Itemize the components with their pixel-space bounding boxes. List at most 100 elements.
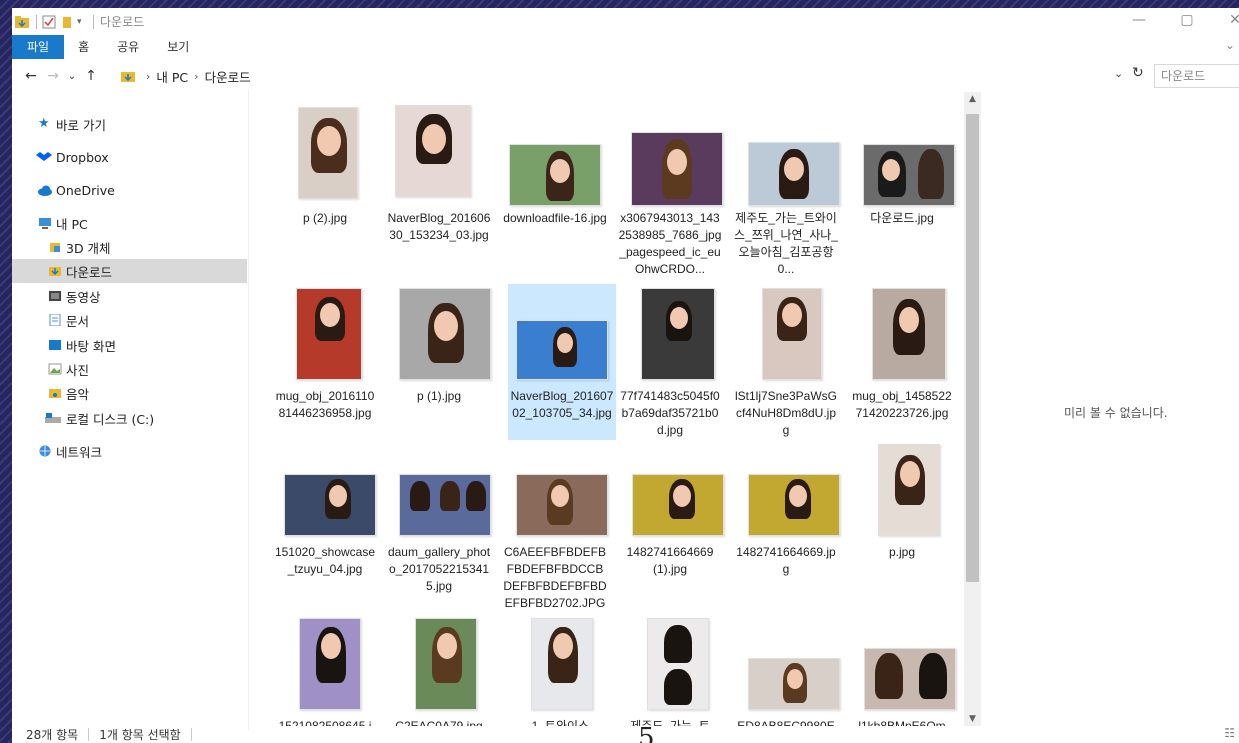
file-tile[interactable]: mug_obj_145852271420223726.jpg (848, 268, 956, 424)
navigation-pane: ★ 바로 가기 Dropbox OneDrive 내 PC 3D 개체 다운로드… (12, 106, 247, 726)
file-tile[interactable]: p.jpg (848, 444, 956, 600)
divider (190, 728, 192, 741)
customize-toolbar-icon[interactable]: ▾ (77, 14, 87, 30)
file-name: 제주도_가는_트 (630, 719, 710, 726)
chevron-right-icon[interactable]: › (146, 70, 150, 83)
image-thumbnail (531, 618, 593, 710)
nav-label: 동영상 (66, 289, 101, 305)
file-name: mug_obj_145852271420223726.jpg (852, 389, 952, 420)
new-folder-icon[interactable] (59, 14, 75, 30)
minimize-button[interactable]: — (1124, 12, 1154, 28)
forward-arrow-icon[interactable]: → (42, 68, 64, 84)
image-thumbnail (631, 132, 723, 206)
file-tile[interactable]: l1kb8BMpE6Qm (848, 612, 956, 726)
file-tile[interactable]: 1521082508645.j (271, 612, 379, 726)
file-tile[interactable]: C6AEEFBFBDEFBFBDEFBFBDCCBDEFBFBDEFBFBDEF… (501, 444, 609, 610)
file-tile[interactable]: 다운로드.jpg (848, 100, 956, 256)
file-name: 1521082508645.j (278, 719, 372, 726)
file-tile[interactable]: mug_obj_201611081446236958.jpg (271, 268, 379, 424)
nav-documents[interactable]: 문서 (12, 308, 247, 332)
computer-icon (38, 217, 52, 229)
vertical-scrollbar[interactable]: ▲ ▼ (964, 92, 981, 726)
nav-this-pc[interactable]: 내 PC (12, 211, 247, 235)
tab-home[interactable]: 홈 (64, 35, 103, 59)
nav-network[interactable]: 네트워크 (12, 439, 247, 463)
up-arrow-icon[interactable]: ↑ (80, 68, 102, 84)
divider (93, 14, 94, 29)
image-thumbnail (509, 144, 601, 206)
recent-locations-icon[interactable]: ⌄ (64, 71, 80, 82)
image-thumbnail (415, 618, 477, 710)
file-tile[interactable]: NaverBlog_20160630_153234_03.jpg (385, 100, 493, 256)
search-input[interactable]: 다운로드 (1154, 64, 1239, 88)
file-name: 151020_showcase_tzuyu_04.jpg (274, 545, 376, 576)
refresh-icon[interactable]: ↻ (1132, 65, 1144, 81)
properties-icon[interactable] (41, 14, 57, 30)
image-thumbnail (748, 474, 840, 536)
file-tile[interactable]: 1482741664669(1).jpg (616, 444, 724, 600)
nav-videos[interactable]: 동영상 (12, 284, 247, 308)
address-dropdown-icon[interactable]: ⌄ (1114, 67, 1123, 80)
file-tile[interactable]: 제주도_가는_트와이스_쯔위_나연_사나_오늘아침_김포공항0... (732, 100, 840, 276)
cube-icon (48, 241, 62, 253)
nav-label: 로컬 디스크 (C:) (66, 411, 155, 427)
scrollbar-thumb[interactable] (966, 114, 979, 582)
file-name: l1kb8BMpE6Qm (858, 719, 946, 726)
file-tile[interactable]: C2EAC0A79.jpg (385, 612, 493, 726)
file-tile[interactable]: 1482741664669.jpg (732, 444, 840, 600)
file-tile[interactable]: daum_gallery_photo_20170522153415.jpg (385, 444, 493, 600)
maximize-button[interactable]: ▢ (1172, 12, 1202, 28)
file-tile-selected[interactable]: NaverBlog_20160702_103705_34.jpg (508, 284, 616, 440)
breadcrumb-this-pc[interactable]: 내 PC (156, 67, 188, 86)
image-thumbnail (632, 474, 724, 536)
scroll-up-icon[interactable]: ▲ (964, 94, 981, 104)
tab-file[interactable]: 파일 (12, 35, 65, 59)
file-tile[interactable]: ED8AB8EC9980E (732, 612, 840, 726)
title-bar: ▾ 다운로드 — ▢ ✕ (12, 8, 1239, 35)
file-tile[interactable]: 77f741483c5045f0b7a69daf35721b0d.jpg (616, 268, 724, 437)
file-tile[interactable]: 제주도_가는_트 (616, 612, 724, 726)
close-button[interactable]: ✕ (1220, 12, 1239, 28)
image-thumbnail (872, 288, 946, 380)
pane-divider[interactable] (248, 90, 249, 730)
chevron-down-icon[interactable]: ⌄ (1225, 38, 1235, 52)
nav-label: 내 PC (56, 216, 88, 232)
scroll-down-icon[interactable]: ▼ (964, 714, 981, 724)
nav-pictures[interactable]: 사진 (12, 357, 247, 381)
nav-label: 문서 (66, 313, 90, 329)
nav-downloads[interactable]: 다운로드 (12, 259, 247, 283)
star-icon: ★ (38, 116, 50, 131)
overlay-number: 5 (638, 723, 655, 743)
back-arrow-icon[interactable]: ← (20, 68, 42, 84)
file-name: 다운로드.jpg (870, 211, 934, 225)
preview-pane-message: 미리 볼 수 없습니다. (1064, 406, 1168, 420)
breadcrumb[interactable]: › 내 PC › 다운로드 (120, 64, 1130, 88)
file-tile[interactable]: p (1).jpg (385, 268, 493, 424)
image-thumbnail (399, 474, 491, 536)
image-thumbnail (296, 288, 362, 380)
tab-view[interactable]: 보기 (153, 35, 203, 59)
details-view-icon[interactable]: ☷ (1224, 726, 1235, 740)
chevron-right-icon[interactable]: › (194, 70, 198, 83)
nav-label: OneDrive (56, 182, 115, 198)
nav-3d-objects[interactable]: 3D 개체 (12, 235, 247, 259)
nav-label: 바로 가기 (56, 117, 106, 133)
file-tile[interactable]: 151020_showcase_tzuyu_04.jpg (271, 444, 379, 600)
image-thumbnail (864, 648, 956, 710)
address-bar-row: ← → ⌄ ↑ › 내 PC › 다운로드 ⌄ ↻ 다운로드 (12, 62, 1239, 90)
file-tile[interactable]: downloadfile-16.jpg (501, 100, 609, 256)
file-tile[interactable]: x3067943013_1432538985_7686_jpg_pagespee… (616, 100, 724, 276)
nav-local-disk[interactable]: 로컬 디스크 (C:) (12, 406, 247, 430)
file-tile[interactable]: _-_1_트와이스_ (501, 612, 609, 726)
file-tile[interactable]: lSt1lj7Sne3PaWsGcf4NuH8Dm8dU.jpg (732, 268, 840, 437)
breadcrumb-downloads[interactable]: 다운로드 (205, 67, 251, 86)
nav-music[interactable]: 음악 (12, 381, 247, 405)
nav-desktop[interactable]: 바탕 화면 (12, 333, 247, 357)
nav-onedrive[interactable]: OneDrive (12, 178, 247, 202)
nav-quick-access[interactable]: ★ 바로 가기 (12, 112, 247, 136)
tab-share[interactable]: 공유 (103, 35, 153, 59)
nav-dropbox[interactable]: Dropbox (12, 145, 247, 169)
file-grid: p (2).jpg NaverBlog_20160630_153234_03.j… (252, 92, 964, 726)
file-tile[interactable]: p (2).jpg (271, 100, 379, 256)
nav-label: 네트워크 (56, 444, 103, 460)
